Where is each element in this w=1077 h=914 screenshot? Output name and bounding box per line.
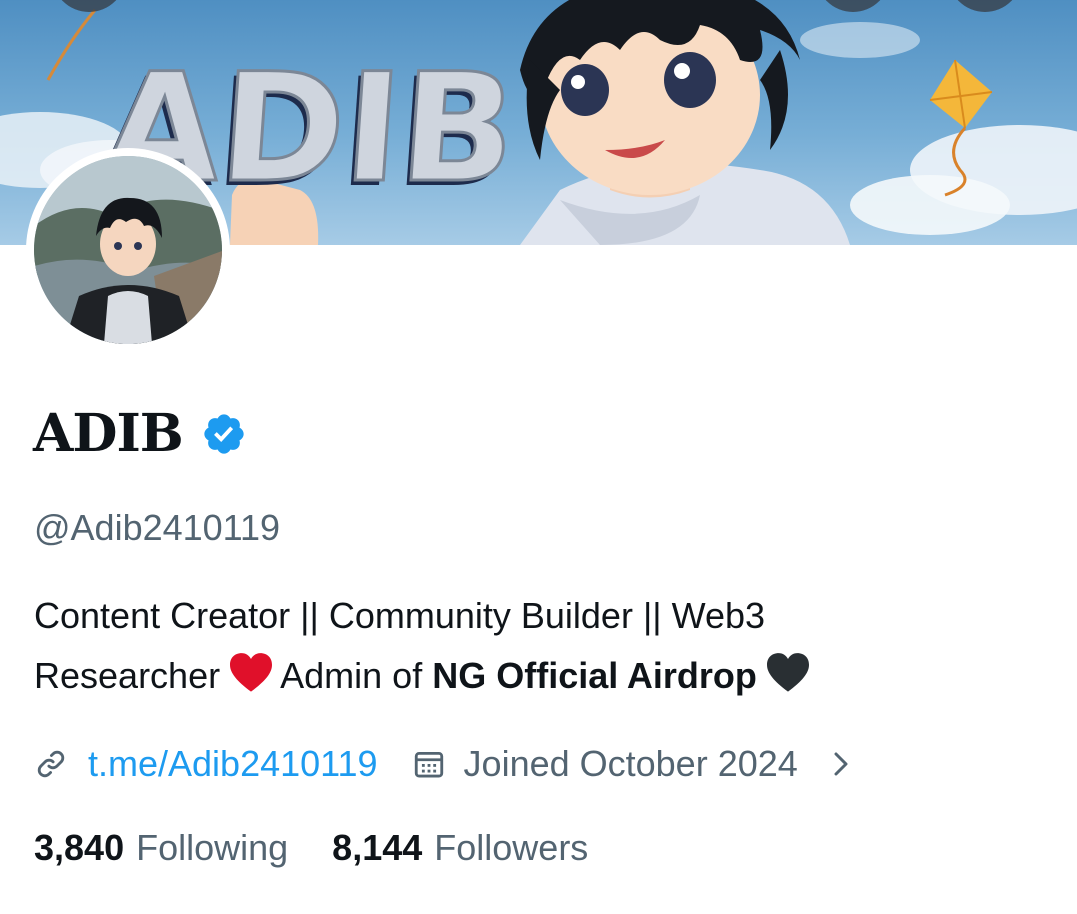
bio-text-ng-airdrop: NG Official Airdrop (432, 655, 757, 696)
following-count: 3,840 (34, 827, 125, 868)
display-name: ADIB (33, 403, 184, 464)
verified-badge-icon[interactable] (201, 411, 247, 457)
joined-date: Joined October 2024 (463, 743, 798, 784)
profile-page: ADIB ADIB ADIB @Adib2410119 Content Crea… (0, 0, 1077, 914)
bio-line-2: Researcher Admin of NG Official Airdrop (34, 646, 1034, 706)
follow-stats: 3,840 Following 8,144 Followers (34, 826, 588, 870)
profile-link[interactable]: t.me/Adib2410119 (88, 743, 378, 785)
profile-bio: Content Creator || Community Builder || … (34, 586, 1034, 706)
bio-text-researcher: Researcher (34, 655, 221, 696)
link-icon (37, 750, 65, 778)
avatar[interactable] (26, 148, 230, 352)
chevron-right-icon[interactable] (826, 749, 856, 779)
following-label: Following (136, 827, 289, 868)
profile-meta: t.me/Adib2410119 Joined October 2024 (34, 740, 856, 788)
avatar-image (34, 156, 222, 344)
red-heart-emoji (230, 653, 273, 693)
bio-text-admin: Admin of (280, 655, 423, 696)
followers-count: 8,144 (332, 827, 423, 868)
bio-line-1: Content Creator || Community Builder || … (34, 595, 766, 636)
black-heart-emoji (766, 653, 809, 693)
following-link[interactable]: 3,840 Following (34, 826, 288, 870)
followers-label: Followers (434, 827, 589, 868)
name-row: ADIB (33, 402, 247, 466)
followers-link[interactable]: 8,144 Followers (332, 826, 588, 870)
calendar-icon (414, 751, 443, 778)
user-handle: @Adib2410119 (34, 507, 281, 548)
